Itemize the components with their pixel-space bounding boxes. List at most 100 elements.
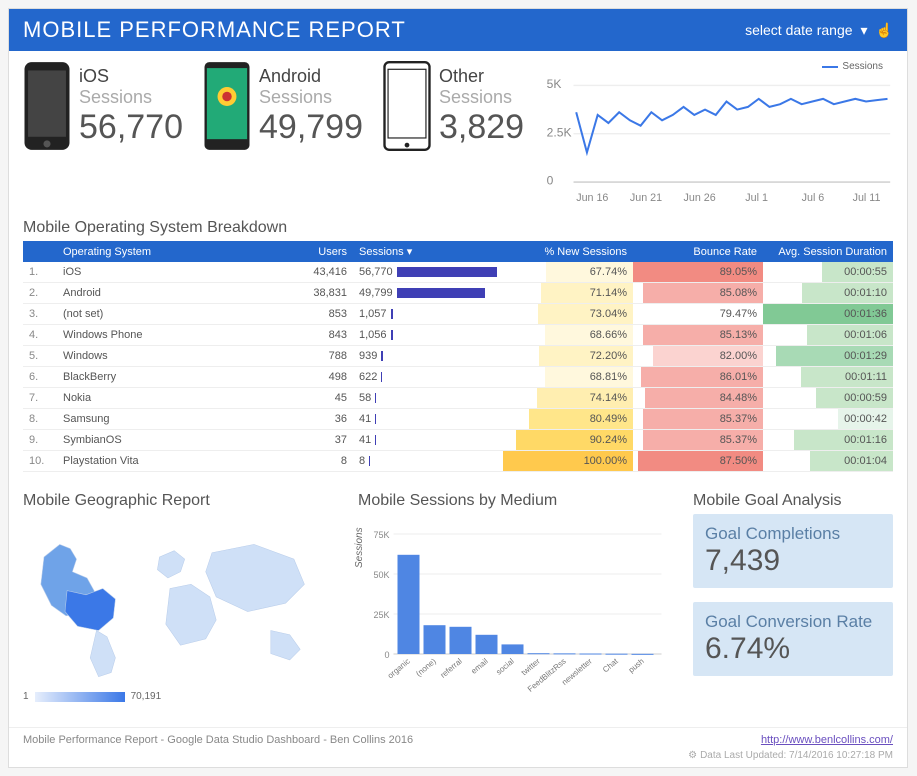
updated-row: Data Last Updated: 7/14/2016 10:27:18 PM (9, 750, 907, 767)
table-row[interactable]: 4.Windows Phone8431,05668.66%85.13%00:01… (23, 325, 893, 346)
cursor-hand-icon: ☝ (876, 22, 893, 39)
row-duration: 00:01:29 (763, 346, 893, 367)
report-title: MOBILE PERFORMANCE REPORT (23, 17, 406, 43)
table-row[interactable]: 3.(not set)8531,05773.04%79.47%00:01:36 (23, 304, 893, 325)
goal-completions-card: Goal Completions 7,439 (693, 514, 893, 588)
row-bounce: 87.50% (633, 451, 763, 472)
table-row[interactable]: 9.SymbianOS374190.24%85.37%00:01:16 (23, 430, 893, 451)
legend-line-icon (822, 66, 838, 68)
ios-value: 56,770 (79, 108, 183, 147)
row-bounce: 85.08% (633, 283, 763, 304)
th-new[interactable]: % New Sessions (503, 241, 633, 262)
row-bounce: 84.48% (633, 388, 763, 409)
summary-row: iOS Sessions 56,770 Android Sessions 49,… (9, 51, 907, 215)
row-duration: 00:01:04 (763, 451, 893, 472)
svg-text:0: 0 (384, 650, 389, 660)
table-row[interactable]: 1.iOS43,41656,77067.74%89.05%00:00:55 (23, 262, 893, 283)
row-new: 67.74% (503, 262, 633, 283)
th-sessions[interactable]: Sessions ▾ (353, 241, 503, 262)
footer-text: Mobile Performance Report - Google Data … (23, 734, 413, 746)
geo-legend: 1 70,191 (23, 691, 338, 702)
medium-ylabel: Sessions (354, 528, 365, 569)
row-duration: 00:00:59 (763, 388, 893, 409)
row-bounce: 85.37% (633, 409, 763, 430)
os-breakdown-table[interactable]: Operating System Users Sessions ▾ % New … (23, 241, 893, 472)
svg-text:Jul 11: Jul 11 (853, 192, 881, 204)
date-range-selector[interactable]: select date range ▾ ☝ (745, 22, 893, 39)
row-sessions: 41 (353, 430, 503, 451)
row-os: Nokia (57, 388, 293, 409)
row-duration: 00:01:10 (763, 283, 893, 304)
svg-text:Jul 6: Jul 6 (802, 192, 825, 204)
updated-text: Data Last Updated: 7/14/2016 10:27:18 PM (700, 750, 893, 761)
row-idx: 9. (23, 430, 57, 451)
row-os: Samsung (57, 409, 293, 430)
row-idx: 10. (23, 451, 57, 472)
other-name: Other (439, 66, 484, 86)
footer-link[interactable]: http://www.benlcollins.com/ (761, 734, 893, 746)
row-idx: 5. (23, 346, 57, 367)
report-container: MOBILE PERFORMANCE REPORT select date ra… (8, 8, 908, 768)
row-bounce: 85.37% (633, 430, 763, 451)
row-duration: 00:01:11 (763, 367, 893, 388)
table-row[interactable]: 6.BlackBerry49862268.81%86.01%00:01:11 (23, 367, 893, 388)
row-os: SymbianOS (57, 430, 293, 451)
th-dur[interactable]: Avg. Session Duration (763, 241, 893, 262)
svg-text:0: 0 (547, 174, 554, 188)
row-idx: 8. (23, 409, 57, 430)
row-sessions: 939 (353, 346, 503, 367)
table-row[interactable]: 2.Android38,83149,79971.14%85.08%00:01:1… (23, 283, 893, 304)
row-sessions: 49,799 (353, 283, 503, 304)
row-users: 43,416 (293, 262, 353, 283)
goal-title: Mobile Goal Analysis (693, 488, 893, 514)
th-users[interactable]: Users (293, 241, 353, 262)
row-users: 8 (293, 451, 353, 472)
row-idx: 4. (23, 325, 57, 346)
svg-text:social: social (494, 657, 516, 677)
th-bounce[interactable]: Bounce Rate (633, 241, 763, 262)
svg-text:Jun 16: Jun 16 (576, 192, 608, 204)
other-label: Sessions (439, 87, 524, 108)
row-users: 843 (293, 325, 353, 346)
geo-gradient-icon (35, 692, 125, 702)
gear-icon (688, 750, 700, 761)
sessions-line-chart[interactable]: Sessions 5K 2.5K 0 Jun 16 Jun 21 Jun 26 … (544, 61, 893, 209)
th-idx[interactable] (23, 241, 57, 262)
row-bounce: 86.01% (633, 367, 763, 388)
row-idx: 3. (23, 304, 57, 325)
row-sessions: 58 (353, 388, 503, 409)
medium-bar-chart[interactable]: 75K 50K 25K 0 organic(none)referralemail… (358, 514, 673, 714)
geo-panel: Mobile Geographic Report 1 (23, 488, 338, 717)
row-new: 68.81% (503, 367, 633, 388)
row-duration: 00:01:06 (763, 325, 893, 346)
th-os[interactable]: Operating System (57, 241, 293, 262)
table-row[interactable]: 8.Samsung364180.49%85.37%00:00:42 (23, 409, 893, 430)
table-row[interactable]: 5.Windows78893972.20%82.00%00:01:29 (23, 346, 893, 367)
row-users: 788 (293, 346, 353, 367)
table-row[interactable]: 10.Playstation Vita88100.00%87.50%00:01:… (23, 451, 893, 472)
ios-name: iOS (79, 66, 109, 86)
geo-map[interactable] (23, 514, 338, 687)
row-duration: 00:00:55 (763, 262, 893, 283)
lower-row: Mobile Geographic Report 1 (9, 482, 907, 727)
row-users: 498 (293, 367, 353, 388)
footer: Mobile Performance Report - Google Data … (9, 727, 907, 750)
row-bounce: 79.47% (633, 304, 763, 325)
row-sessions: 8 (353, 451, 503, 472)
report-header: MOBILE PERFORMANCE REPORT select date ra… (9, 9, 907, 51)
table-row[interactable]: 7.Nokia455874.14%84.48%00:00:59 (23, 388, 893, 409)
row-idx: 7. (23, 388, 57, 409)
row-new: 72.20% (503, 346, 633, 367)
platform-other: Other Sessions 3,829 (383, 61, 524, 151)
other-phone-icon (383, 61, 431, 151)
svg-text:Jul 1: Jul 1 (745, 192, 768, 204)
medium-panel: Mobile Sessions by Medium Sessions 75K 5… (358, 488, 673, 717)
row-sessions: 622 (353, 367, 503, 388)
breakdown-title: Mobile Operating System Breakdown (9, 215, 907, 241)
svg-text:Chat: Chat (601, 656, 620, 674)
row-duration: 00:00:42 (763, 409, 893, 430)
svg-text:75K: 75K (373, 530, 389, 540)
legend-label: Sessions (842, 61, 883, 72)
row-users: 37 (293, 430, 353, 451)
row-new: 100.00% (503, 451, 633, 472)
